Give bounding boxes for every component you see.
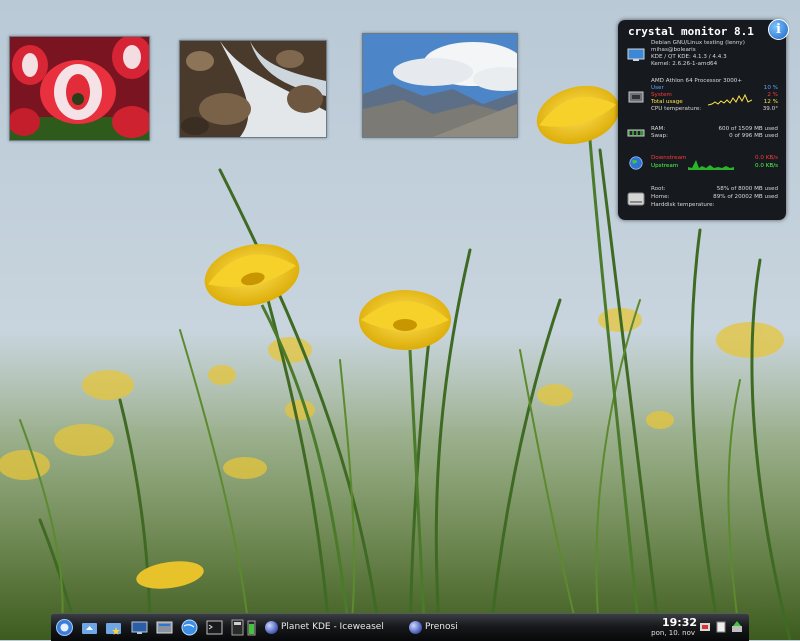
upstream-value: 0.0 KB/s	[755, 163, 778, 169]
mountain-photo-frame[interactable]	[362, 33, 518, 138]
swap-label: Swap:	[651, 133, 668, 139]
system-distro: Debian GNU/Linux testing (lenny)	[651, 40, 745, 46]
info-icon[interactable]: i	[768, 19, 789, 40]
downloads-icon	[409, 621, 422, 634]
ram-label: RAM:	[651, 126, 666, 132]
upstream-label: Upstream	[651, 163, 679, 169]
task-label: Planet KDE - Iceweasel	[281, 622, 384, 632]
crystal-monitor-widget[interactable]: crystal monitor 8.1 i Debian GNU/Linux t…	[618, 19, 789, 220]
iceweasel-icon	[265, 621, 278, 634]
battery-icon[interactable]	[247, 619, 256, 636]
task-prenosi[interactable]: Prenosi	[409, 619, 479, 636]
favorites-folder-icon[interactable]	[105, 619, 122, 636]
cpu-usage-graph	[708, 93, 752, 106]
updates-tray-icon[interactable]	[731, 621, 743, 633]
cpu-total-label: Total usage	[651, 99, 683, 105]
system-kernel: Kernel: 2.6.26-1-amd64	[651, 61, 718, 67]
kmenu-icon[interactable]	[56, 619, 73, 636]
harddisk-temp-label: Harddisk temperature:	[651, 202, 715, 208]
system-user: mihas@bolearis	[651, 47, 696, 53]
clipboard-tray-icon[interactable]	[715, 621, 727, 633]
cpu-system-value: 2 %	[767, 92, 778, 98]
cpu-temp-label: CPU temperature:	[651, 106, 702, 112]
clock-time[interactable]: 19:32	[662, 616, 697, 629]
terminal-icon[interactable]	[206, 619, 223, 636]
downstream-value: 0.0 KB/s	[755, 155, 778, 161]
stream-photo-frame[interactable]	[179, 40, 327, 138]
network-globe-icon	[629, 156, 643, 170]
downstream-label: Downstream	[651, 155, 687, 161]
cpu-total-value: 12 %	[763, 99, 778, 105]
kate-editor-icon[interactable]	[229, 619, 246, 636]
cpu-chip-icon	[628, 91, 644, 103]
cpu-user-value: 10 %	[763, 85, 778, 91]
monitor-title: crystal monitor 8.1	[628, 25, 754, 38]
home-value: 89% of 20002 MB used	[713, 194, 778, 200]
root-label: Root:	[651, 186, 666, 192]
clock-date[interactable]: pon, 10. nov	[651, 629, 695, 637]
desktop-icon[interactable]	[131, 619, 148, 636]
harddisk-icon	[627, 192, 645, 206]
ram-value: 600 of 1509 MB used	[718, 126, 778, 132]
home-folder-icon[interactable]	[81, 619, 98, 636]
task-label: Prenosi	[425, 622, 458, 632]
kde-panel[interactable]: Planet KDE - Iceweasel Prenosi 19:32 pon…	[51, 613, 749, 641]
swap-value: 0 of 996 MB used	[729, 133, 778, 139]
network-tray-icon[interactable]	[699, 621, 711, 633]
root-value: 58% of 8000 MB used	[716, 186, 778, 192]
web-browser-icon[interactable]	[181, 619, 198, 636]
cpu-user-label: User	[651, 85, 664, 91]
cpu-model: AMD Athlon 64 Processor 3000+	[651, 78, 743, 84]
system-settings-icon[interactable]	[156, 619, 173, 636]
system-kde: KDE / QT KDE: 4.1.3 / 4.4.3	[651, 54, 727, 60]
home-label: Home:	[651, 194, 670, 200]
cpu-temp-value: 39.0°	[762, 106, 778, 112]
tulips-photo-frame[interactable]	[9, 36, 150, 141]
cpu-system-label: System	[651, 92, 672, 98]
monitor-icon	[627, 48, 645, 61]
ram-icon	[627, 129, 645, 137]
task-planet-kde-iceweasel[interactable]: Planet KDE - Iceweasel	[265, 619, 395, 636]
network-traffic-graph	[688, 160, 734, 170]
